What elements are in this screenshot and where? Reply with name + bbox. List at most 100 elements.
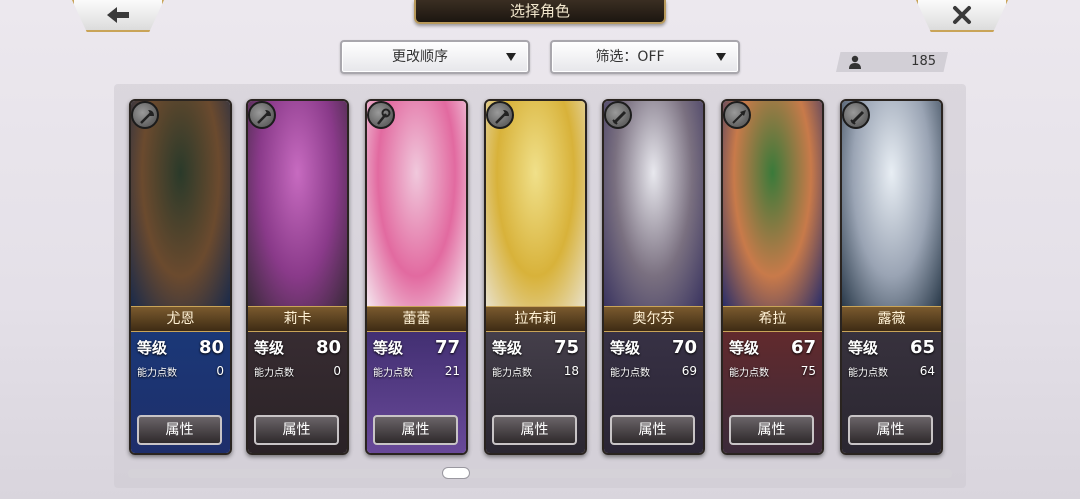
class-sword-icon — [604, 101, 632, 129]
owned-count-badge: 185 — [836, 52, 948, 72]
ability-points-row: 能力点数 0 — [254, 364, 341, 379]
ability-points-label: 能力点数 — [848, 368, 888, 379]
ability-points-label: 能力点数 — [492, 368, 532, 379]
character-portrait — [248, 101, 347, 306]
ability-points-label: 能力点数 — [373, 368, 413, 379]
character-portrait — [723, 101, 822, 306]
page-title: 选择角色 — [414, 0, 666, 24]
character-name: 蕾蕾 — [367, 306, 466, 332]
ability-points-value: 64 — [919, 364, 935, 378]
attributes-button[interactable]: 属性 — [137, 415, 222, 445]
level-row: 等级 65 — [848, 337, 935, 359]
level-label: 等级 — [254, 339, 285, 357]
horizontal-scrollbar[interactable] — [128, 469, 952, 478]
sword-icon — [850, 110, 865, 125]
level-label: 等级 — [137, 339, 168, 357]
filter-dropdown[interactable]: 筛选：OFF — [550, 40, 740, 74]
attributes-button[interactable]: 属性 — [254, 415, 339, 445]
chevron-down-icon — [506, 53, 516, 61]
character-card[interactable]: 蕾蕾 等级 77 能力点数 21 属性 — [365, 99, 468, 455]
character-portrait — [486, 101, 585, 306]
back-button[interactable] — [72, 0, 164, 32]
level-label: 等级 — [848, 339, 879, 357]
character-name: 莉卡 — [248, 306, 347, 332]
class-staff-icon — [367, 101, 395, 129]
character-card[interactable]: 拉布莉 等级 75 能力点数 18 属性 — [484, 99, 587, 455]
ability-points-value: 0 — [333, 364, 341, 378]
level-row: 等级 70 — [610, 337, 697, 359]
level-value: 67 — [790, 337, 816, 358]
attributes-button[interactable]: 属性 — [848, 415, 933, 445]
character-portrait — [604, 101, 703, 306]
character-name: 希拉 — [723, 306, 822, 332]
character-name: 拉布莉 — [486, 306, 585, 332]
back-arrow-icon — [107, 7, 129, 23]
character-name: 露薇 — [842, 306, 941, 332]
owned-count-value: 185 — [911, 54, 936, 69]
level-value: 70 — [671, 337, 697, 358]
level-row: 等级 75 — [492, 337, 579, 359]
sort-order-label: 更改顺序 — [392, 49, 448, 65]
level-row: 等级 80 — [254, 337, 341, 359]
character-portrait — [367, 101, 466, 306]
level-label: 等级 — [729, 339, 760, 357]
ability-points-value: 75 — [800, 364, 816, 378]
character-card[interactable]: 希拉 等级 67 能力点数 75 属性 — [721, 99, 824, 455]
level-value: 80 — [315, 337, 341, 358]
attributes-button[interactable]: 属性 — [610, 415, 695, 445]
class-spear-icon — [723, 101, 751, 129]
axe-icon — [495, 110, 509, 124]
ability-points-row: 能力点数 21 — [373, 364, 460, 379]
attributes-button[interactable]: 属性 — [373, 415, 458, 445]
character-card[interactable]: 尤恩 等级 80 能力点数 0 属性 — [129, 99, 232, 455]
level-value: 77 — [434, 337, 460, 358]
ability-points-row: 能力点数 69 — [610, 364, 697, 379]
ability-points-row: 能力点数 18 — [492, 364, 579, 379]
ability-points-label: 能力点数 — [137, 368, 177, 379]
close-icon — [953, 6, 971, 24]
level-row: 等级 77 — [373, 337, 460, 359]
chevron-down-icon — [716, 53, 726, 61]
level-value: 65 — [909, 337, 935, 358]
class-axe-icon — [248, 101, 276, 129]
attributes-button[interactable]: 属性 — [729, 415, 814, 445]
ability-points-label: 能力点数 — [254, 368, 294, 379]
sort-order-dropdown[interactable]: 更改顺序 — [340, 40, 530, 74]
ability-points-label: 能力点数 — [729, 368, 769, 379]
staff-icon — [377, 108, 391, 125]
ability-points-value: 21 — [444, 364, 460, 378]
ability-points-value: 0 — [216, 364, 224, 378]
level-value: 75 — [553, 337, 579, 358]
ability-points-value: 69 — [681, 364, 697, 378]
character-card[interactable]: 露薇 等级 65 能力点数 64 属性 — [840, 99, 943, 455]
spear-icon — [732, 110, 746, 124]
ability-points-label: 能力点数 — [610, 368, 650, 379]
level-label: 等级 — [492, 339, 523, 357]
attributes-button[interactable]: 属性 — [492, 415, 577, 445]
level-value: 80 — [198, 337, 224, 358]
class-sword-icon — [842, 101, 870, 129]
level-label: 等级 — [610, 339, 641, 357]
character-portrait — [131, 101, 230, 306]
character-name: 尤恩 — [131, 306, 230, 332]
ability-points-row: 能力点数 0 — [137, 364, 224, 379]
class-axe-icon — [486, 101, 514, 129]
close-button[interactable] — [916, 0, 1008, 32]
filter-label: 筛选：OFF — [595, 49, 665, 65]
character-portrait — [842, 101, 941, 306]
ability-points-row: 能力点数 64 — [848, 364, 935, 379]
scrollbar-thumb[interactable] — [442, 467, 470, 479]
level-label: 等级 — [373, 339, 404, 357]
user-icon — [849, 55, 861, 69]
character-card[interactable]: 莉卡 等级 80 能力点数 0 属性 — [246, 99, 349, 455]
axe-icon — [257, 110, 271, 124]
ability-points-row: 能力点数 75 — [729, 364, 816, 379]
level-row: 等级 67 — [729, 337, 816, 359]
character-card[interactable]: 奥尔芬 等级 70 能力点数 69 属性 — [602, 99, 705, 455]
ability-points-value: 18 — [563, 364, 579, 378]
character-name: 奥尔芬 — [604, 306, 703, 332]
class-axe-icon — [131, 101, 159, 129]
axe-icon — [140, 110, 154, 124]
sword-icon — [612, 110, 627, 125]
level-row: 等级 80 — [137, 337, 224, 359]
